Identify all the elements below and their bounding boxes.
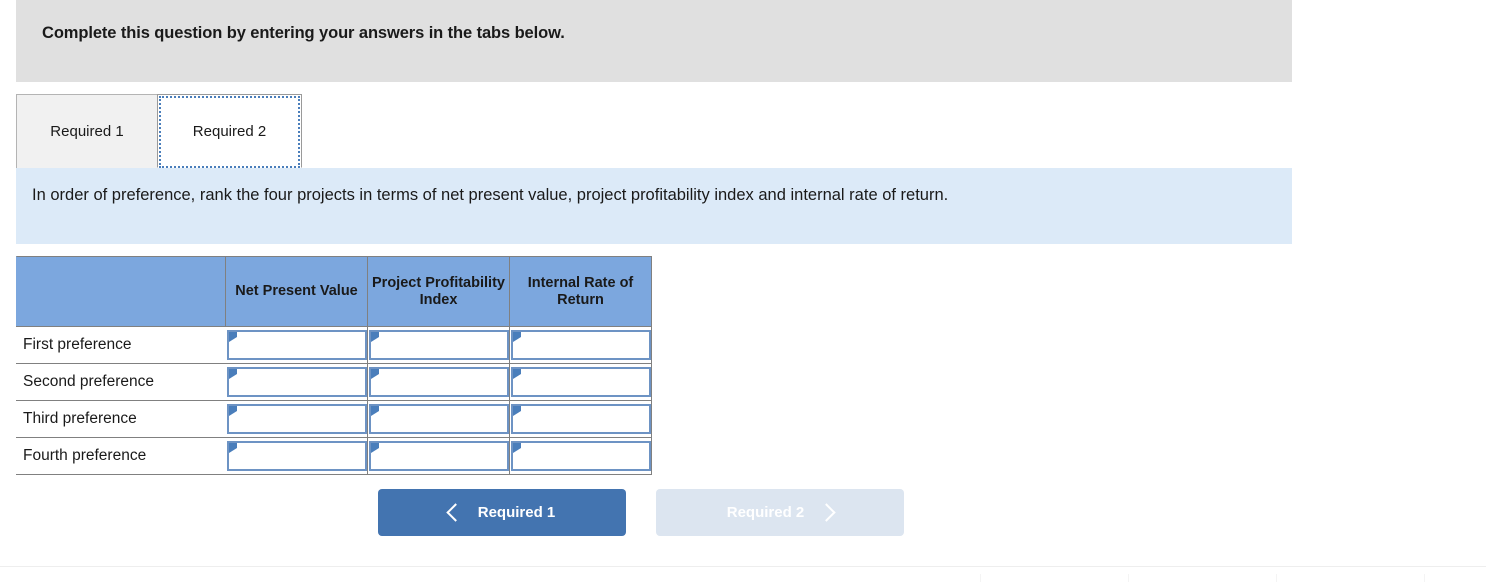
preference-row-label: Third preference bbox=[23, 410, 137, 427]
answer-input-box[interactable] bbox=[368, 404, 509, 434]
question-prompt-text: In order of preference, rank the four pr… bbox=[32, 186, 949, 204]
answer-input-box[interactable] bbox=[368, 367, 509, 397]
bottom-tick-1 bbox=[980, 574, 981, 582]
answer-cell bbox=[226, 438, 368, 474]
answer-cell bbox=[368, 364, 510, 400]
table-row: Second preference bbox=[16, 364, 652, 401]
bottom-tick-3 bbox=[1276, 574, 1277, 582]
answer-cell bbox=[226, 364, 368, 400]
next-button-label: Required 2 bbox=[726, 504, 805, 521]
answer-input[interactable] bbox=[514, 408, 647, 430]
answer-cell bbox=[510, 327, 652, 363]
table-header-net-present-value: Net Present Value bbox=[226, 256, 368, 326]
answer-input-box[interactable] bbox=[226, 330, 367, 360]
answer-input[interactable] bbox=[372, 334, 505, 356]
answer-cell bbox=[510, 364, 652, 400]
answer-input[interactable] bbox=[514, 371, 647, 393]
table-header-internal-rate-of-return: Internal Rate of Return bbox=[510, 256, 652, 326]
answer-input-box[interactable] bbox=[368, 441, 509, 471]
chevron-right-icon bbox=[817, 503, 836, 522]
table-header-project-profitability-index: Project Profitability Index bbox=[368, 256, 510, 326]
table-header-row: Net Present Value Project Profitability … bbox=[16, 256, 652, 327]
bottom-divider bbox=[0, 566, 1486, 567]
chevron-left-icon bbox=[446, 503, 465, 522]
bottom-tick-4 bbox=[1424, 574, 1425, 582]
bottom-tick-2 bbox=[1128, 574, 1129, 582]
tab-required-2[interactable]: Required 2 bbox=[157, 94, 302, 168]
preference-row-label: Second preference bbox=[23, 373, 154, 390]
ranking-answer-table: Net Present Value Project Profitability … bbox=[16, 256, 652, 475]
answer-input[interactable] bbox=[514, 445, 647, 467]
answer-input-box[interactable] bbox=[226, 441, 367, 471]
question-navigation: Required 1 Required 2 bbox=[378, 489, 904, 536]
answer-input[interactable] bbox=[230, 445, 363, 467]
answer-input-box[interactable] bbox=[510, 367, 651, 397]
answer-input[interactable] bbox=[372, 408, 505, 430]
table-header-corner bbox=[16, 256, 226, 326]
table-row: Fourth preference bbox=[16, 438, 652, 475]
answer-input-box[interactable] bbox=[368, 330, 509, 360]
answer-cell bbox=[226, 401, 368, 437]
answer-cell bbox=[368, 327, 510, 363]
answer-input[interactable] bbox=[372, 371, 505, 393]
next-required-2-button[interactable]: Required 2 bbox=[656, 489, 904, 536]
tab-required-2-label: Required 2 bbox=[192, 122, 267, 140]
answer-input-box[interactable] bbox=[510, 404, 651, 434]
table-row: Third preference bbox=[16, 401, 652, 438]
instruction-banner: Complete this question by entering your … bbox=[16, 0, 1292, 82]
preference-row-label: Fourth preference bbox=[23, 447, 147, 464]
question-prompt-panel: In order of preference, rank the four pr… bbox=[16, 168, 1292, 244]
answer-input[interactable] bbox=[514, 334, 647, 356]
answer-input[interactable] bbox=[230, 408, 363, 430]
answer-input-box[interactable] bbox=[510, 330, 651, 360]
answer-cell bbox=[510, 438, 652, 474]
previous-button-label: Required 1 bbox=[477, 504, 556, 521]
previous-required-1-button[interactable]: Required 1 bbox=[378, 489, 626, 536]
preference-row-label: First preference bbox=[23, 336, 132, 353]
answer-cell bbox=[368, 401, 510, 437]
answer-input-box[interactable] bbox=[226, 367, 367, 397]
answer-input-box[interactable] bbox=[510, 441, 651, 471]
tab-required-1[interactable]: Required 1 bbox=[16, 94, 158, 168]
table-body: First preference Second preference Third p… bbox=[16, 327, 652, 475]
answer-input[interactable] bbox=[372, 445, 505, 467]
answer-input[interactable] bbox=[230, 371, 363, 393]
answer-input[interactable] bbox=[230, 334, 363, 356]
answer-cell bbox=[368, 438, 510, 474]
answer-cell bbox=[510, 401, 652, 437]
banner-title: Complete this question by entering your … bbox=[42, 24, 565, 42]
table-row: First preference bbox=[16, 327, 652, 364]
answer-input-box[interactable] bbox=[226, 404, 367, 434]
tab-required-1-label: Required 1 bbox=[50, 123, 124, 140]
answer-cell bbox=[226, 327, 368, 363]
